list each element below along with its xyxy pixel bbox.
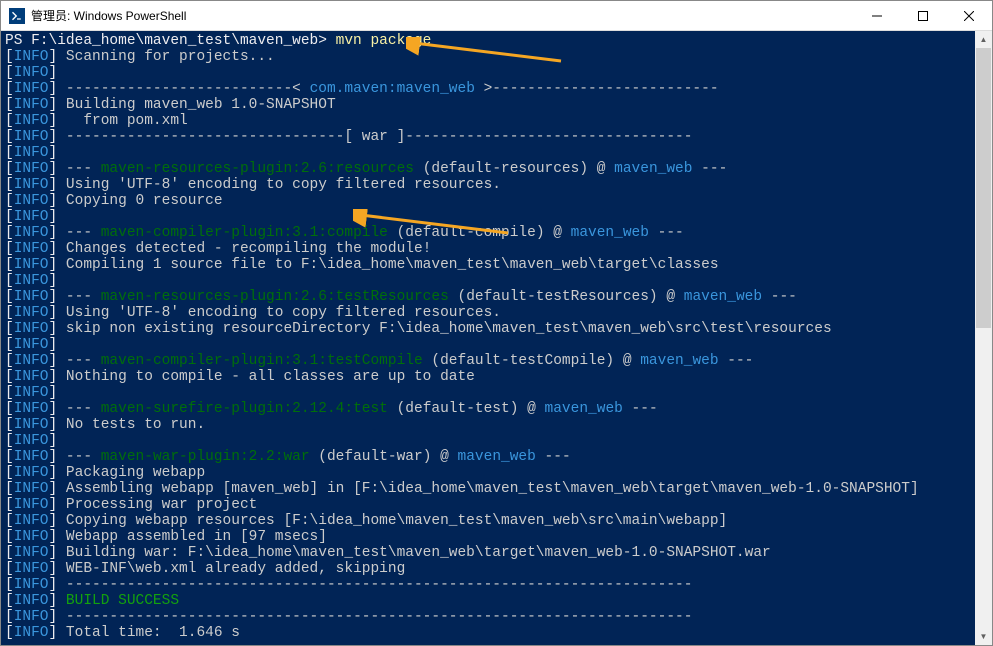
maximize-button[interactable] [900,1,946,30]
log-text: Using 'UTF-8' encoding to copy filtered … [57,305,501,321]
terminal-area[interactable]: PS F:\idea_home\maven_test\maven_web> mv… [1,31,992,645]
log-text: --------------------------------[ war ]-… [57,129,692,145]
terminal-output: PS F:\idea_home\maven_test\maven_web> mv… [1,31,975,645]
plugin-name: maven-compiler-plugin:3.1:testCompile [101,353,423,369]
scrollbar-up-button[interactable]: ▲ [975,31,992,48]
log-text: Copying 0 resource [57,193,222,209]
powershell-window: 管理员: Windows PowerShell PS F:\idea_home\… [0,0,993,646]
log-text: from pom.xml [57,113,188,129]
build-success: BUILD SUCCESS [57,593,179,609]
log-text: Scanning for projects... [57,49,275,65]
log-text: Packaging webapp [57,465,205,481]
plugin-name: maven-compiler-plugin:3.1:compile [101,225,388,241]
powershell-icon [9,8,25,24]
log-text: Building war: F:\idea_home\maven_test\ma… [57,545,771,561]
plugin-name: maven-resources-plugin:2.6:resources [101,161,414,177]
scrollbar-thumb[interactable] [976,48,991,328]
window-controls [854,1,992,30]
log-text: Assembling webapp [maven_web] in [F:\ide… [57,481,918,497]
log-text: Nothing to compile - all classes are up … [57,369,475,385]
close-button[interactable] [946,1,992,30]
plugin-name: maven-resources-plugin:2.6:testResources [101,289,449,305]
plugin-name: maven-war-plugin:2.2:war [101,449,310,465]
info-bracket: ] [49,49,58,65]
prompt: PS F:\idea_home\maven_test\maven_web> [5,33,327,49]
plugin-name: maven-surefire-plugin:2.12.4:test [101,401,388,417]
log-text: --------------------------< [57,81,309,97]
log-text: ----------------------------------------… [57,577,692,593]
minimize-button[interactable] [854,1,900,30]
command: mvn package [336,33,432,49]
log-text: ----------------------------------------… [57,609,692,625]
info-tag: INFO [14,49,49,65]
vertical-scrollbar[interactable]: ▲ ▼ [975,31,992,645]
log-text: Building maven_web 1.0-SNAPSHOT [57,97,335,113]
window-title: 管理员: Windows PowerShell [31,7,854,24]
log-text: Webapp assembled in [97 msecs] [57,529,327,545]
log-text: skip non existing resourceDirectory F:\i… [57,321,831,337]
log-text: Processing war project [57,497,257,513]
log-text: Compiling 1 source file to F:\idea_home\… [57,257,718,273]
log-text: Changes detected - recompiling the modul… [57,241,431,257]
info-bracket: [ [5,49,14,65]
log-text: Copying webapp resources [F:\idea_home\m… [57,513,727,529]
log-text: Total time: 1.646 s [57,625,240,641]
project-coords: com.maven:maven_web [310,81,475,97]
log-text: Using 'UTF-8' encoding to copy filtered … [57,177,501,193]
log-text: WEB-INF\web.xml already added, skipping [57,561,405,577]
scrollbar-down-button[interactable]: ▼ [975,628,992,645]
titlebar[interactable]: 管理员: Windows PowerShell [1,1,992,31]
log-text: No tests to run. [57,417,205,433]
